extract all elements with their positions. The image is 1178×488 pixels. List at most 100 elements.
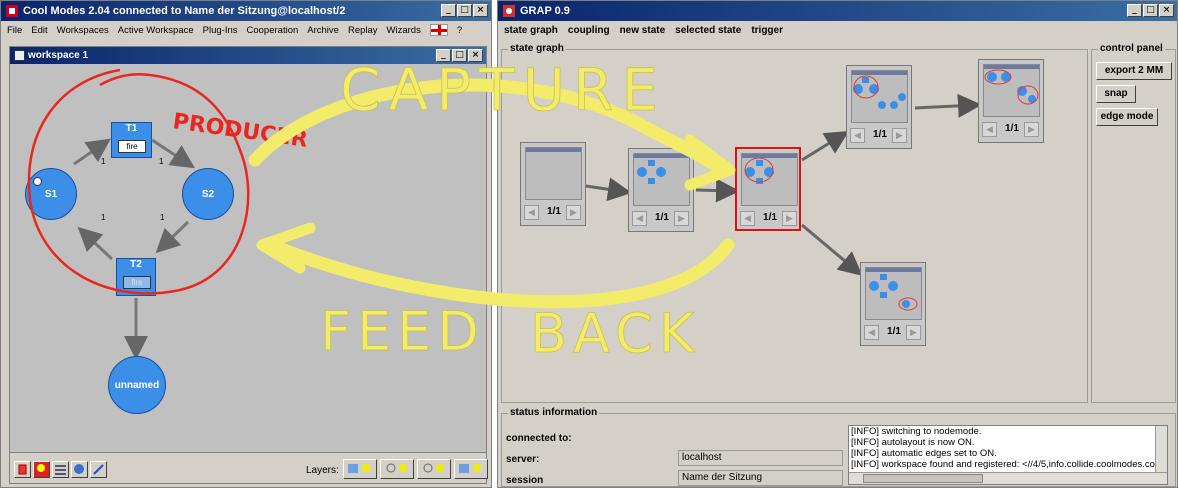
workspace-close-button[interactable]: ×	[468, 49, 483, 62]
maximize-button[interactable]: □	[457, 4, 472, 17]
menu-new-state[interactable]: new state	[620, 25, 666, 36]
state-node[interactable]: ◀ 1/1 ▶	[846, 65, 912, 149]
state-navigator: ◀ 1/1 ▶	[632, 211, 690, 227]
edge-2-3	[695, 178, 740, 203]
state-node[interactable]: ◀ 1/1 ▶	[628, 148, 694, 232]
grap-minimize-button[interactable]: _	[1127, 4, 1142, 17]
state-node[interactable]: ◀ 1/1 ▶	[860, 262, 926, 346]
transition-t1[interactable]: T1 fire	[111, 122, 152, 158]
edge-1-2	[585, 177, 632, 202]
edge-4-5	[914, 93, 982, 118]
state-node[interactable]: ◀ 1/1 ▶	[520, 142, 586, 226]
menu-file[interactable]: File	[7, 25, 22, 36]
tool-list-button[interactable]	[52, 461, 69, 478]
list-icon	[55, 465, 66, 475]
layer-4-button[interactable]	[454, 459, 488, 479]
pen-icon	[93, 464, 104, 475]
grap-menubar: state graph coupling new state selected …	[498, 21, 1177, 39]
state-counter: 1/1	[763, 212, 777, 223]
control-panel-label: control panel	[1098, 43, 1165, 54]
prev-arrow-icon[interactable]: ◀	[864, 325, 879, 340]
grap-maximize-button[interactable]: □	[1143, 4, 1158, 17]
edge-3-4	[801, 130, 850, 162]
log-output[interactable]: [INFO] switching to nodemode. [INFO] aut…	[848, 425, 1168, 485]
prev-arrow-icon[interactable]: ◀	[740, 211, 755, 226]
workspace-maximize-button[interactable]: □	[452, 49, 467, 62]
coolmodes-app-icon	[6, 5, 18, 17]
menu-replay[interactable]: Replay	[348, 25, 378, 36]
layer-lightbulb-icon	[386, 463, 407, 473]
state-counter: 1/1	[1005, 123, 1019, 134]
menu-selected-state[interactable]: selected state	[675, 25, 741, 36]
tool-lightbulb-button[interactable]	[33, 461, 50, 478]
t1-fire-button[interactable]: fire	[118, 140, 146, 153]
transition-t2[interactable]: T2 fire	[116, 258, 156, 296]
log-line: [INFO] automatic edges set to ON.	[851, 448, 997, 459]
layer-1-button[interactable]	[343, 459, 377, 479]
menu-trigger[interactable]: trigger	[751, 25, 783, 36]
prev-arrow-icon[interactable]: ◀	[632, 211, 647, 226]
menu-archive[interactable]: Archive	[307, 25, 339, 36]
arc-weight-label: 1	[159, 157, 164, 166]
workspace-minimize-button[interactable]: _	[436, 49, 451, 62]
session-label: session	[506, 475, 544, 486]
control-panel: control panel export 2 MM snap edge mode	[1091, 43, 1176, 403]
petri-net-canvas[interactable]: T1 fire T2 fire S1 S2 unnamed 1 1 1 1	[10, 64, 486, 452]
state-counter: 1/1	[547, 206, 561, 217]
layer-3-button[interactable]	[417, 459, 451, 479]
menu-workspaces[interactable]: Workspaces	[57, 25, 109, 36]
state-node[interactable]: ◀ 1/1 ▶	[978, 59, 1044, 143]
place-s1[interactable]: S1	[25, 168, 77, 220]
next-arrow-icon[interactable]: ▶	[1024, 122, 1039, 137]
edge-mode-button[interactable]: edge mode	[1096, 108, 1158, 126]
trash-icon	[18, 464, 27, 475]
grap-close-button[interactable]: ×	[1159, 4, 1174, 17]
menu-help[interactable]: ?	[457, 25, 462, 36]
lightbulb-icon	[37, 464, 45, 472]
next-arrow-icon[interactable]: ▶	[674, 211, 689, 226]
english-flag-icon[interactable]	[429, 24, 448, 36]
menu-coupling[interactable]: coupling	[568, 25, 610, 36]
token	[33, 177, 42, 186]
menu-cooperation[interactable]: Cooperation	[247, 25, 299, 36]
tool-globe-button[interactable]	[71, 461, 88, 478]
state-node-selected[interactable]: ◀ 1/1 ▶	[735, 147, 801, 231]
edge-3-6	[801, 223, 863, 276]
petri-net-thumbnail	[853, 75, 906, 109]
layer-2-button[interactable]	[380, 459, 414, 479]
snap-button[interactable]: snap	[1096, 85, 1136, 103]
coolmodes-title: Cool Modes 2.04 connected to Name der Si…	[23, 5, 346, 17]
t2-fire-button[interactable]: fire	[123, 276, 151, 289]
scroll-thumb[interactable]	[863, 474, 983, 483]
layer-lightbulb-icon	[459, 464, 481, 473]
arc-weight-label: 1	[101, 213, 106, 222]
grap-titlebar[interactable]: GRAP 0.9 _ □ ×	[498, 1, 1177, 21]
state-thumbnail	[983, 64, 1040, 117]
next-arrow-icon[interactable]: ▶	[566, 205, 581, 220]
prev-arrow-icon[interactable]: ◀	[850, 128, 865, 143]
tool-delete-button[interactable]	[14, 461, 31, 478]
menu-wizards[interactable]: Wizards	[387, 25, 421, 36]
menu-plug-ins[interactable]: Plug-Ins	[203, 25, 238, 36]
state-navigator: ◀ 1/1 ▶	[524, 205, 582, 221]
place-s2[interactable]: S2	[182, 168, 234, 220]
menu-edit[interactable]: Edit	[31, 25, 47, 36]
minimize-button[interactable]: _	[441, 4, 456, 17]
prev-arrow-icon[interactable]: ◀	[524, 205, 539, 220]
coolmodes-titlebar[interactable]: Cool Modes 2.04 connected to Name der Si…	[1, 1, 491, 21]
close-button[interactable]: ×	[473, 4, 488, 17]
menu-state-graph[interactable]: state graph	[504, 25, 558, 36]
next-arrow-icon[interactable]: ▶	[782, 211, 797, 226]
next-arrow-icon[interactable]: ▶	[906, 325, 921, 340]
log-horizontal-scrollbar[interactable]	[849, 472, 1167, 484]
workspace-titlebar[interactable]: workspace 1 _ □ ×	[10, 47, 486, 64]
state-thumbnail	[741, 153, 798, 206]
tool-pen-button[interactable]	[90, 461, 107, 478]
log-vertical-scrollbar[interactable]	[1155, 426, 1167, 474]
state-graph-panel: state graph ◀ 1/1 ▶ ◀ 1/1 ▶ ◀ 1/1 ▶ ◀ 1/…	[501, 43, 1088, 403]
place-unnamed[interactable]: unnamed	[108, 356, 166, 414]
export-2-mm-button[interactable]: export 2 MM	[1096, 62, 1172, 80]
menu-active-workspace[interactable]: Active Workspace	[118, 25, 194, 36]
prev-arrow-icon[interactable]: ◀	[982, 122, 997, 137]
next-arrow-icon[interactable]: ▶	[892, 128, 907, 143]
